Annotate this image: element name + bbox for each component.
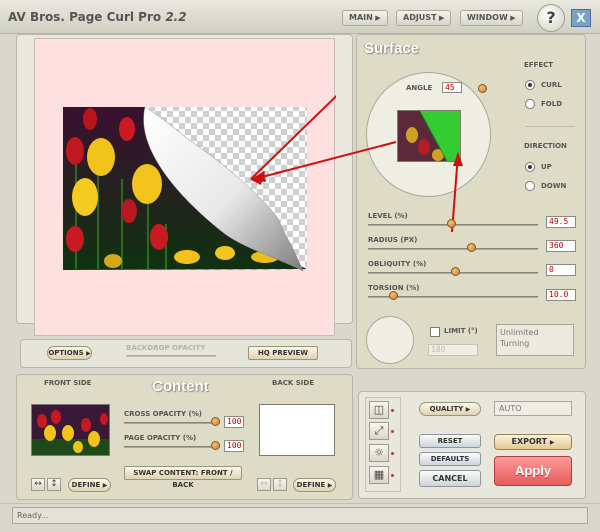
back-side-thumbnail[interactable] [259, 404, 335, 456]
page-opacity-slider[interactable] [124, 446, 220, 448]
export-button[interactable]: EXPORT ▶ [494, 434, 572, 450]
main-menu-button[interactable]: MAIN [342, 10, 388, 26]
display-mode-indicator [391, 409, 394, 412]
limit-checkbox[interactable] [430, 327, 440, 337]
backdrop-opacity-slider[interactable] [126, 355, 216, 357]
angle-label: ANGLE [406, 84, 433, 92]
resize-indicator [391, 430, 394, 433]
light-icon[interactable]: ☼ [369, 444, 389, 462]
quality-button[interactable]: QUALITY ▶ [419, 402, 481, 416]
limit-label: LIMIT (°) [444, 327, 478, 335]
page-opacity-slider-thumb[interactable] [211, 441, 220, 450]
swap-content-button[interactable]: SWAP CONTENT: FRONT / BACK [124, 466, 242, 489]
radius-label: RADIUS (PX) [368, 236, 418, 244]
direction-down-radio[interactable] [525, 181, 535, 191]
backdrop-opacity-label: BACKDROP OPACITY [126, 344, 206, 352]
defaults-button[interactable]: DEFAULTS [419, 452, 481, 466]
grid-icon[interactable]: ▦ [369, 466, 389, 484]
obliquity-slider-thumb[interactable] [451, 267, 460, 276]
divider [525, 126, 575, 127]
limit-status-box: Unlimited Turning [496, 324, 574, 356]
back-define-button[interactable]: DEFINE ▶ [293, 478, 336, 492]
hq-preview-button[interactable]: HQ PREVIEW [248, 346, 318, 360]
resize-icon[interactable]: ⤢ [369, 422, 389, 440]
help-button[interactable]: ? [537, 4, 565, 32]
effect-fold-radio[interactable] [525, 99, 535, 109]
page-opacity-label: PAGE OPACITY (%) [124, 434, 197, 442]
status-bar: Ready... [12, 507, 588, 524]
front-side-label: FRONT SIDE [44, 379, 92, 387]
level-label: LEVEL (%) [368, 212, 408, 220]
angle-field[interactable]: 45 [442, 82, 462, 93]
preview-canvas[interactable] [34, 38, 396, 336]
preview-arrow [250, 141, 397, 182]
effect-fold-label: FOLD [541, 100, 563, 108]
limit-field[interactable]: 180 [428, 344, 478, 356]
front-side-thumbnail[interactable] [31, 404, 110, 456]
content-heading: Content [152, 378, 209, 395]
angle-handle[interactable] [478, 84, 487, 93]
swap-vertical-icon[interactable]: ↕ [47, 478, 61, 491]
back-swap-vertical-icon[interactable]: ↕ [273, 478, 287, 491]
back-side-label: BACK SIDE [272, 379, 314, 387]
level-field[interactable]: 49.5 [546, 216, 576, 228]
display-mode-icon[interactable]: ◫ [369, 401, 389, 419]
app-title: AV Bros. Page Curl Pro 2.2 [8, 10, 187, 24]
app-version: 2.2 [165, 10, 187, 24]
app-title-text: AV Bros. Page Curl Pro [8, 10, 162, 24]
grid-indicator [391, 474, 394, 477]
obliquity-label: OBLIQUITY (%) [368, 260, 427, 268]
page-curl-preview [63, 38, 396, 272]
light-indicator [391, 452, 394, 455]
front-side-image [32, 405, 109, 455]
obliquity-field[interactable]: 0 [546, 264, 576, 276]
surface-heading: Surface [364, 40, 420, 57]
torsion-field[interactable]: 10.0 [546, 289, 576, 301]
page-opacity-field[interactable]: 100 [224, 440, 244, 452]
cross-opacity-label: CROSS OPACITY (%) [124, 410, 202, 418]
window-menu-button[interactable]: WINDOW [460, 10, 523, 26]
apply-button[interactable]: Apply [494, 456, 572, 486]
close-button[interactable]: X [571, 9, 591, 27]
effect-curl-label: CURL [541, 81, 562, 89]
direction-down-label: DOWN [541, 182, 567, 190]
cross-opacity-field[interactable]: 100 [224, 416, 244, 428]
level-slider-thumb[interactable] [447, 219, 456, 228]
torsion-slider-thumb[interactable] [389, 291, 398, 300]
direction-up-label: UP [541, 163, 552, 171]
effect-curl-radio[interactable] [525, 80, 535, 90]
effect-label: EFFECT [524, 61, 554, 69]
direction-label: DIRECTION [524, 142, 567, 150]
front-define-button[interactable]: DEFINE ▶ [68, 478, 111, 492]
cross-opacity-slider[interactable] [124, 422, 220, 424]
limit-dial[interactable] [366, 316, 414, 364]
cancel-button[interactable]: CANCEL [419, 470, 481, 487]
quality-value-field[interactable]: AUTO [494, 401, 572, 416]
back-swap-horizontal-icon[interactable]: ↔ [257, 478, 271, 491]
cross-opacity-slider-thumb[interactable] [211, 417, 220, 426]
radius-slider-thumb[interactable] [467, 243, 476, 252]
adjust-menu-button[interactable]: ADJUST [396, 10, 452, 26]
radius-field[interactable]: 360 [546, 240, 576, 252]
swap-horizontal-icon[interactable]: ↔ [31, 478, 45, 491]
direction-up-radio[interactable] [525, 162, 535, 172]
reset-button[interactable]: RESET [419, 434, 481, 448]
options-button[interactable]: OPTIONS ▶ [47, 346, 92, 360]
radius-slider[interactable] [368, 248, 538, 250]
